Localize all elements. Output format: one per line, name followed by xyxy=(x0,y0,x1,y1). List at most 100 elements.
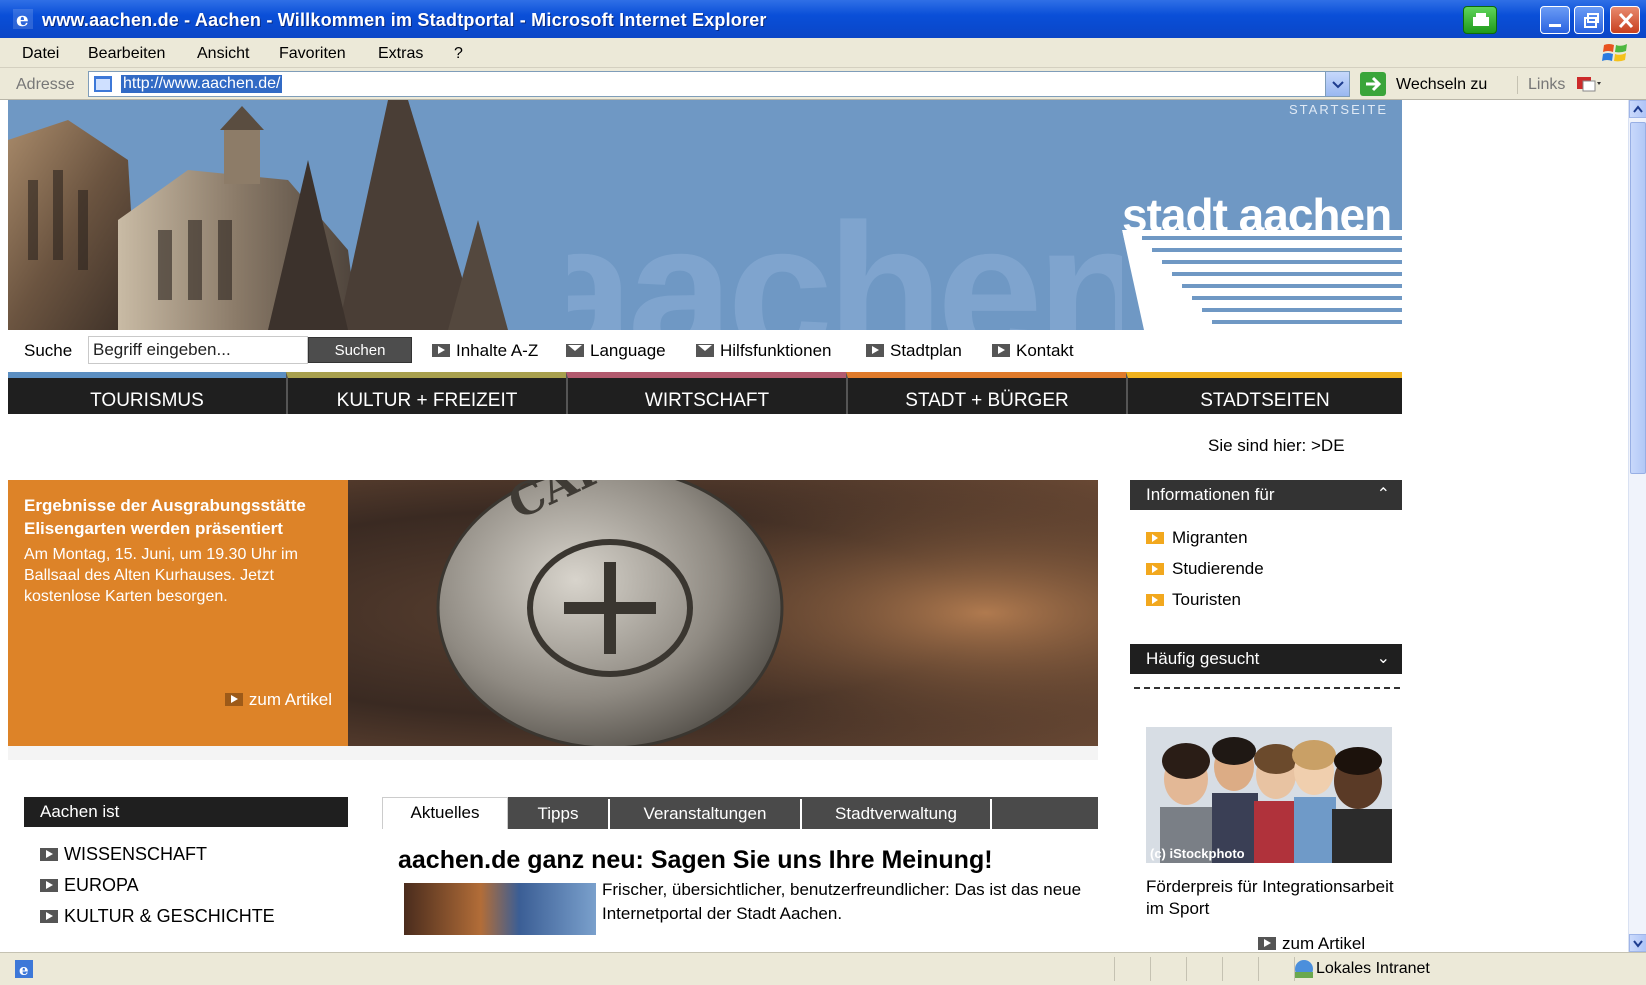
search-button[interactable]: Suchen xyxy=(308,337,412,363)
aachen-ist-label: WISSENSCHAFT xyxy=(64,844,208,864)
nav-stadt-buerger[interactable]: STADT + BÜRGER xyxy=(846,372,1126,414)
startseite-link[interactable]: STARTSEITE xyxy=(1289,102,1388,117)
nav-tourismus[interactable]: TOURISMUS xyxy=(8,372,286,414)
toollink-label: Inhalte A-Z xyxy=(456,341,539,360)
go-button[interactable]: Wechseln zu xyxy=(1396,76,1487,94)
address-label: Adresse xyxy=(16,76,75,93)
toollink-language[interactable]: Language xyxy=(566,341,666,361)
arrow-icon xyxy=(224,693,243,706)
close-button[interactable] xyxy=(1610,6,1640,34)
aachen-ist-label: KULTUR & GESCHICHTE xyxy=(64,906,275,926)
info-item[interactable]: Migranten xyxy=(1146,524,1264,555)
aachen-ist-item[interactable]: KULTUR & GESCHICHTE xyxy=(40,901,348,932)
brand-stripes xyxy=(1122,230,1402,330)
toollink-inhalte[interactable]: Inhalte A-Z xyxy=(432,341,538,361)
address-url[interactable]: http://www.aachen.de/ xyxy=(121,75,283,93)
scroll-thumb[interactable] xyxy=(1630,122,1646,474)
address-dropdown-icon[interactable] xyxy=(1325,72,1349,96)
aachen-ist-item[interactable]: EUROPA xyxy=(40,870,348,901)
menu-extras[interactable]: Extras xyxy=(378,45,423,63)
arrow-icon xyxy=(1146,532,1164,544)
teaser-more-label: zum Artikel xyxy=(248,690,332,709)
brand-logo[interactable]: stadt aachen xyxy=(1122,188,1392,242)
svg-text:e: e xyxy=(16,8,29,30)
chevron-up-icon[interactable]: ⌃ xyxy=(1377,480,1390,510)
news-thumbnail[interactable] xyxy=(404,883,596,935)
menu-bearbeiten[interactable]: Bearbeiten xyxy=(88,45,165,63)
arrow-icon xyxy=(1146,563,1164,575)
promo-photo[interactable]: (c) iStockphoto xyxy=(1146,727,1392,863)
links-button[interactable]: Links xyxy=(1517,76,1565,94)
toollink-hilfsfunktionen[interactable]: Hilfsfunktionen xyxy=(696,341,832,361)
news-tabs: Aktuelles Tipps Veranstaltungen Stadtver… xyxy=(382,797,1098,829)
scroll-up-icon[interactable] xyxy=(1629,100,1646,118)
menu-ansicht[interactable]: Ansicht xyxy=(197,45,249,63)
aachen-ist-item[interactable]: WISSENSCHAFT xyxy=(40,839,348,870)
intranet-icon xyxy=(1295,960,1313,978)
address-field[interactable]: http://www.aachen.de/ xyxy=(88,71,1350,97)
info-item[interactable]: Touristen xyxy=(1146,586,1264,617)
teaser-body: Am Montag, 15. Juni, um 19.30 Uhr im Bal… xyxy=(24,546,298,605)
search-input[interactable] xyxy=(88,336,308,364)
restore-button[interactable] xyxy=(1574,6,1604,34)
nav-kultur-freizeit[interactable]: KULTUR + FREIZEIT xyxy=(286,372,566,414)
toollink-kontakt[interactable]: Kontakt xyxy=(992,341,1074,361)
menubar: Datei Bearbeiten Ansicht Favoriten Extra… xyxy=(0,38,1646,68)
promo-text[interactable]: Förderpreis für Integrationsarbeit im Sp… xyxy=(1146,876,1396,920)
scroll-down-icon[interactable] xyxy=(1629,934,1646,952)
windows-logo-icon xyxy=(1602,44,1627,62)
address-bar: Adresse http://www.aachen.de/ Wechseln z… xyxy=(0,68,1646,100)
go-arrow-icon[interactable] xyxy=(1360,72,1386,96)
site-header: aachen STARTSEITE stadt aachen xyxy=(8,100,1402,330)
toollink-stadtplan[interactable]: Stadtplan xyxy=(866,341,962,361)
vertical-scrollbar[interactable] xyxy=(1628,100,1646,952)
nav-wirtschaft[interactable]: WIRTSCHAFT xyxy=(566,372,846,414)
page-icon xyxy=(94,76,112,92)
teaser-box[interactable]: Ergebnisse der Ausgrabungsstätte Eliseng… xyxy=(8,480,348,746)
svg-text:e: e xyxy=(19,961,29,979)
arrow-icon xyxy=(866,344,884,357)
chevron-down-icon[interactable]: ⌄ xyxy=(1377,644,1390,674)
status-divider xyxy=(1186,957,1187,981)
haeufig-gesucht-heading[interactable]: Häufig gesucht ⌄ xyxy=(1130,644,1402,674)
tab-stadtverwaltung[interactable]: Stadtverwaltung xyxy=(802,799,992,829)
aachen-ist-label: EUROPA xyxy=(64,875,139,895)
aachen-ist-box: Aachen ist WISSENSCHAFT EUROPA KULTUR & … xyxy=(24,797,348,952)
translate-icon[interactable] xyxy=(1575,73,1601,95)
menu-datei[interactable]: Datei xyxy=(22,45,59,63)
coin-image[interactable]: CAROLVS xyxy=(348,480,1098,746)
arrow-icon xyxy=(40,879,58,892)
promo-more-link[interactable]: zum Artikel xyxy=(1258,934,1365,952)
web-page: aachen STARTSEITE stadt aachen Suche Beg… xyxy=(8,100,1402,952)
tab-veranstaltungen[interactable]: Veranstaltungen xyxy=(610,799,802,829)
security-zone: Lokales Intranet xyxy=(1316,960,1430,977)
minimize-button[interactable] xyxy=(1540,6,1570,34)
aachen-ist-heading: Aachen ist xyxy=(24,797,348,827)
teaser-more-link[interactable]: zum Artikel xyxy=(224,690,332,710)
page-done-icon: e xyxy=(15,960,33,979)
toollink-label: Stadtplan xyxy=(890,341,962,360)
status-divider xyxy=(1150,957,1151,981)
informationen-heading[interactable]: Informationen für ⌃ xyxy=(1130,480,1402,510)
tab-aktuelles[interactable]: Aktuelles xyxy=(382,797,508,829)
status-divider xyxy=(1222,957,1223,981)
informationen-list: Migranten Studierende Touristen xyxy=(1146,524,1264,617)
info-item[interactable]: Studierende xyxy=(1146,555,1264,586)
tab-tipps[interactable]: Tipps xyxy=(508,799,610,829)
info-item-label: Studierende xyxy=(1172,559,1264,578)
nav-stadtseiten[interactable]: STADTSEITEN xyxy=(1126,372,1402,414)
search-label: Suche xyxy=(24,341,73,360)
status-divider xyxy=(1258,957,1259,981)
window-titlebar[interactable]: e www.aachen.de - Aachen - Willkommen im… xyxy=(0,0,1646,38)
toolbar-print-icon[interactable] xyxy=(1463,6,1497,34)
informationen-label: Informationen für xyxy=(1146,485,1275,504)
breadcrumb: Sie sind hier: >DE xyxy=(1208,436,1345,455)
menu-help[interactable]: ? xyxy=(454,45,463,63)
menu-favoriten[interactable]: Favoriten xyxy=(279,45,346,63)
info-item-label: Migranten xyxy=(1172,528,1248,547)
ie-logo-icon: e xyxy=(13,8,33,30)
info-item-label: Touristen xyxy=(1172,590,1241,609)
news-title[interactable]: aachen.de ganz neu: Sagen Sie uns Ihre M… xyxy=(398,846,993,875)
arrow-icon xyxy=(992,344,1010,357)
teaser-title[interactable]: Ergebnisse der Ausgrabungsstätte Eliseng… xyxy=(24,494,332,540)
